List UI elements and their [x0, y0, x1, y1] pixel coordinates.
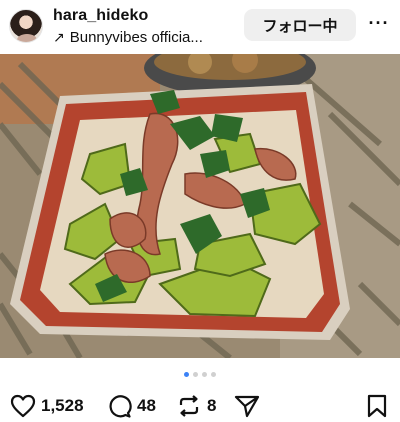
like-button[interactable]: 1,528 — [10, 392, 84, 420]
comment-button[interactable]: 48 — [106, 392, 156, 420]
heart-icon — [10, 394, 36, 418]
arrow-up-right-icon: ↗ — [53, 29, 65, 45]
like-count: 1,528 — [41, 396, 84, 415]
more-options-icon[interactable]: ··· — [366, 12, 392, 36]
carousel-dot — [193, 372, 198, 377]
username[interactable]: hara_hideko — [53, 7, 148, 25]
audio-subline[interactable]: ↗ Bunnyvibes officia... — [53, 29, 203, 46]
post-photo[interactable] — [0, 54, 400, 358]
comment-count: 48 — [137, 396, 156, 415]
paper-plane-icon — [234, 395, 260, 418]
avatar[interactable] — [9, 9, 43, 43]
repost-icon — [179, 395, 199, 417]
audio-subline-text: Bunnyvibes officia... — [69, 29, 203, 46]
repost-button[interactable]: 8 — [176, 392, 216, 420]
share-button[interactable] — [234, 392, 260, 420]
following-button[interactable]: フォロー中 — [244, 9, 356, 41]
carousel-dot — [202, 372, 207, 377]
carousel-dot — [184, 372, 189, 377]
save-button[interactable] — [366, 392, 388, 420]
dish-photo-illustration — [0, 54, 400, 358]
bookmark-icon — [367, 394, 387, 418]
comment-bubble-icon — [109, 395, 132, 418]
action-bar: 1,528 48 8 — [0, 392, 400, 420]
carousel-indicator — [0, 372, 400, 380]
repost-count: 8 — [207, 396, 217, 415]
post-header: hara_hideko ↗ Bunnyvibes officia... フォロー… — [0, 0, 400, 54]
carousel-dot — [211, 372, 216, 377]
